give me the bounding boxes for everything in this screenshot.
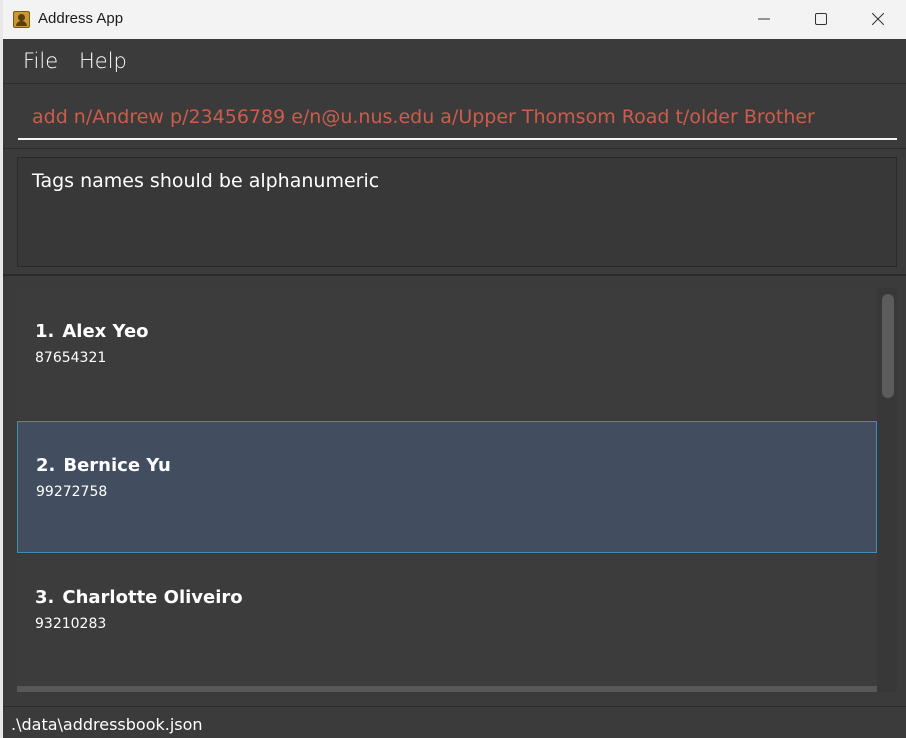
minimize-button[interactable] [741, 0, 787, 39]
close-icon [872, 13, 884, 25]
maximize-button[interactable] [798, 0, 844, 39]
data-file-path: .\data\addressbook.json [11, 715, 203, 734]
result-display-container: Tags names should be alphanumeric [3, 149, 906, 276]
person-index: 1. [35, 321, 55, 342]
person-card[interactable]: 3. Charlotte Oliveiro 93210283 [17, 554, 877, 686]
close-button[interactable] [855, 0, 901, 39]
person-index: 3. [35, 587, 55, 608]
menu-help[interactable]: Help [79, 49, 127, 73]
menu-bar: File Help [3, 39, 906, 84]
person-phone: 93210283 [35, 616, 107, 632]
result-display[interactable]: Tags names should be alphanumeric [17, 157, 897, 267]
person-name: Alex Yeo [62, 321, 149, 342]
command-input[interactable] [18, 96, 897, 140]
person-name: Bernice Yu [63, 455, 171, 476]
person-card[interactable]: 1. Alex Yeo 87654321 [17, 288, 877, 420]
person-phone: 87654321 [35, 350, 107, 366]
maximize-icon [815, 13, 827, 25]
person-list-panel: 1. Alex Yeo 87654321 2. Bernice Yu 9927275… [3, 276, 906, 704]
person-phone: 99272758 [36, 484, 108, 500]
title-bar[interactable]: Address App [3, 0, 906, 39]
app-window: Address App File Help Tags names should … [3, 0, 906, 738]
person-name-line: 1. Alex Yeo [35, 321, 149, 342]
person-list[interactable]: 1. Alex Yeo 87654321 2. Bernice Yu 9927275… [17, 288, 897, 692]
person-card-selected[interactable]: 2. Bernice Yu 99272758 [17, 421, 877, 553]
address-book-icon [13, 11, 30, 28]
command-box-container [3, 84, 906, 149]
person-name-line: 3. Charlotte Oliveiro [35, 587, 243, 608]
minimize-icon [758, 18, 770, 20]
vertical-scroll-thumb[interactable] [882, 294, 894, 398]
status-bar: .\data\addressbook.json [3, 706, 906, 738]
menu-file[interactable]: File [23, 49, 58, 73]
person-name-line: 2. Bernice Yu [36, 455, 171, 476]
vertical-scrollbar[interactable] [879, 288, 897, 692]
person-name: Charlotte Oliveiro [62, 587, 243, 608]
person-index: 2. [36, 455, 56, 476]
horizontal-scrollbar[interactable] [17, 686, 877, 692]
window-title: Address App [38, 10, 124, 27]
